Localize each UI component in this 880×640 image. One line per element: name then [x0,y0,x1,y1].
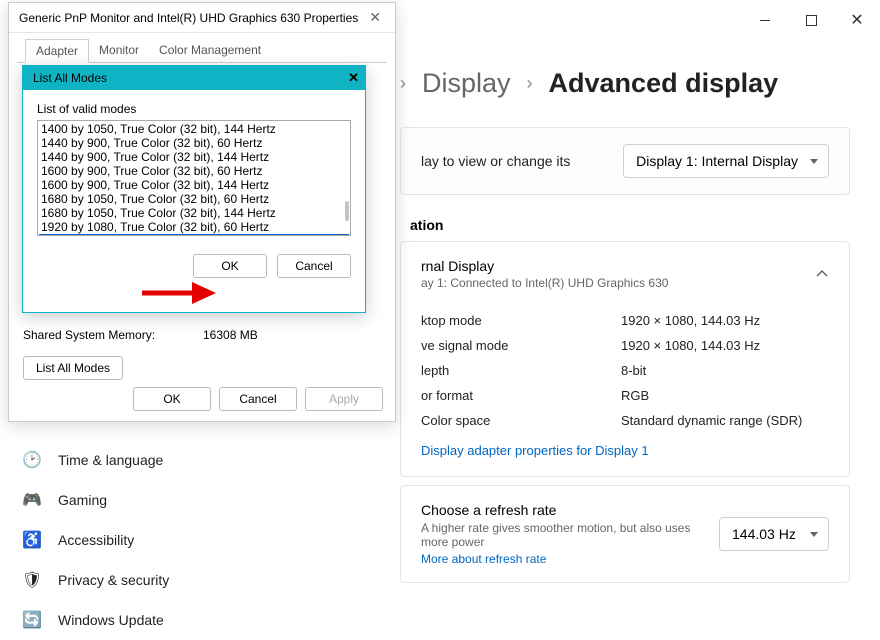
breadcrumb: › Display › Advanced display [330,68,850,99]
display-dropdown-value: Display 1: Internal Display [636,153,798,169]
props-title: Generic PnP Monitor and Intel(R) UHD Gra… [19,11,358,25]
section-header: ation [330,205,850,241]
info-row: ve signal mode1920 × 1080, 144.03 Hz [421,333,829,358]
select-display-card: lay to view or change its Display 1: Int… [400,127,850,195]
props-ok-button[interactable]: OK [133,387,211,411]
info-value: RGB [621,388,649,403]
gaming-icon: 🎮 [22,490,42,510]
mode-option[interactable]: 1920 by 1080, True Color (32 bit), 144 H… [39,234,349,236]
chevron-up-icon[interactable] [815,267,829,281]
modes-list-label: List of valid modes [37,102,351,116]
display-adapter-properties-link[interactable]: Display adapter properties for Display 1 [421,433,829,460]
info-row: lepth8-bit [421,358,829,383]
tab-color-management[interactable]: Color Management [149,39,271,62]
mode-option[interactable]: 1600 by 900, True Color (32 bit), 60 Her… [39,164,349,178]
sidebar-item-label: Windows Update [58,612,164,628]
props-titlebar: Generic PnP Monitor and Intel(R) UHD Gra… [9,3,395,33]
page-title: Advanced display [549,68,779,99]
refresh-subtitle: A higher rate gives smoother motion, but… [421,521,719,549]
tab-adapter[interactable]: Adapter [25,39,89,63]
info-title: rnal Display [421,258,668,274]
tab-monitor[interactable]: Monitor [89,39,149,62]
info-value: 1920 × 1080, 144.03 Hz [621,313,760,328]
modes-titlebar: List All Modes ✕ [23,66,365,90]
shared-memory-value: 16308 MB [203,328,258,342]
display-dropdown[interactable]: Display 1: Internal Display [623,144,829,178]
modes-cancel-button[interactable]: Cancel [277,254,351,278]
info-value: 8-bit [621,363,646,378]
props-cancel-button[interactable]: Cancel [219,387,297,411]
shared-memory-label: Shared System Memory: [23,328,203,342]
sidebar-item-time-language[interactable]: 🕑 Time & language [22,440,330,480]
select-display-label: lay to view or change its [421,153,570,169]
modes-title: List All Modes [33,71,107,85]
settings-main: › Display › Advanced display lay to view… [330,40,880,640]
update-icon: 🔄 [22,610,42,630]
chevron-right-icon: › [527,73,533,94]
mode-option[interactable]: 1600 by 900, True Color (32 bit), 144 He… [39,178,349,192]
info-subtitle: ay 1: Connected to Intel(R) UHD Graphics… [421,276,668,290]
sidebar-item-label: Gaming [58,492,107,508]
info-row: ktop mode1920 × 1080, 144.03 Hz [421,308,829,333]
close-icon[interactable]: ✕ [361,9,389,26]
info-row: or formatRGB [421,383,829,408]
refresh-rate-card: Choose a refresh rate A higher rate give… [400,485,850,583]
refresh-more-link[interactable]: More about refresh rate [421,552,719,566]
props-apply-button[interactable]: Apply [305,387,383,411]
info-label: ve signal mode [421,338,621,353]
sidebar-item-label: Privacy & security [58,572,169,588]
scrollbar-thumb[interactable] [345,201,349,221]
props-tabs: Adapter Monitor Color Management [17,33,387,63]
mode-option[interactable]: 1400 by 1050, True Color (32 bit), 144 H… [39,122,349,136]
info-row: Color spaceStandard dynamic range (SDR) [421,408,829,433]
sidebar-item-gaming[interactable]: 🎮 Gaming [22,480,330,520]
list-all-modes-dialog: List All Modes ✕ List of valid modes 140… [22,65,366,313]
mode-option[interactable]: 1440 by 900, True Color (32 bit), 60 Her… [39,136,349,150]
chevron-right-icon: › [400,73,406,94]
display-info-card: rnal Display ay 1: Connected to Intel(R)… [400,241,850,477]
refresh-title: Choose a refresh rate [421,502,719,518]
sidebar-item-accessibility[interactable]: ♿ Accessibility [22,520,330,560]
close-button[interactable]: ✕ [834,4,880,36]
shield-icon: 🛡 [22,570,42,590]
modes-ok-button[interactable]: OK [193,254,267,278]
close-icon[interactable]: ✕ [348,70,359,86]
maximize-button[interactable] [788,4,834,36]
sidebar-item-label: Accessibility [58,532,134,548]
mode-option[interactable]: 1680 by 1050, True Color (32 bit), 144 H… [39,206,349,220]
info-label: or format [421,388,621,403]
info-label: ktop mode [421,313,621,328]
mode-option[interactable]: 1680 by 1050, True Color (32 bit), 60 He… [39,192,349,206]
sidebar-item-privacy[interactable]: 🛡 Privacy & security [22,560,330,600]
info-value: 1920 × 1080, 144.03 Hz [621,338,760,353]
mode-option[interactable]: 1920 by 1080, True Color (32 bit), 60 He… [39,220,349,234]
modes-listbox[interactable]: 1400 by 1050, True Color (32 bit), 144 H… [37,120,351,236]
accessibility-icon: ♿ [22,530,42,550]
list-all-modes-button[interactable]: List All Modes [23,356,123,380]
mode-option[interactable]: 1440 by 900, True Color (32 bit), 144 He… [39,150,349,164]
minimize-button[interactable] [742,4,788,36]
refresh-rate-dropdown[interactable]: 144.03 Hz [719,517,829,551]
refresh-rate-value: 144.03 Hz [732,526,796,542]
clock-icon: 🕑 [22,450,42,470]
breadcrumb-display[interactable]: Display [422,68,511,99]
info-value: Standard dynamic range (SDR) [621,413,802,428]
sidebar-item-windows-update[interactable]: 🔄 Windows Update [22,600,330,640]
info-label: lepth [421,363,621,378]
sidebar-item-label: Time & language [58,452,163,468]
info-label: Color space [421,413,621,428]
